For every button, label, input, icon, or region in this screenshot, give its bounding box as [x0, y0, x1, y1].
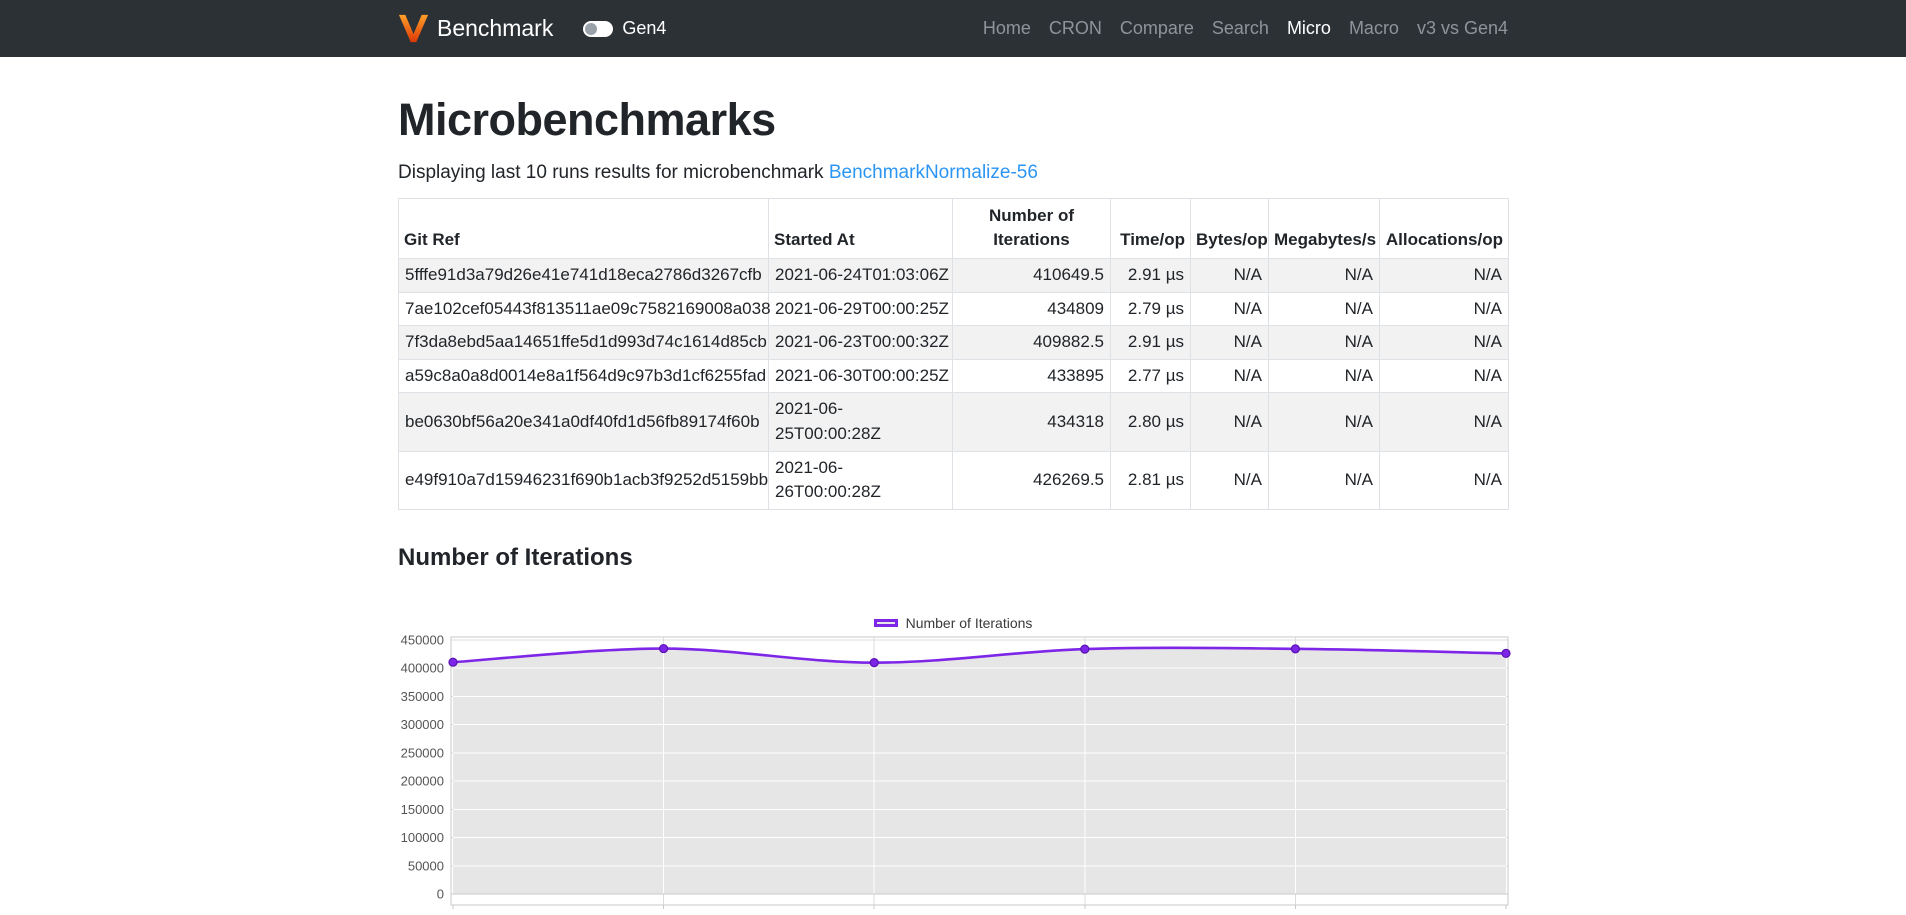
- svg-text:50000: 50000: [408, 858, 444, 873]
- megabytes-s-cell: N/A: [1269, 359, 1380, 393]
- started-at-cell: 2021-06-29T00:00:25Z: [769, 292, 953, 326]
- git-ref-cell: be0630bf56a20e341a0df40fd1d56fb89174f60b: [399, 393, 769, 451]
- benchmark-link[interactable]: BenchmarkNormalize-56: [829, 162, 1038, 183]
- iterations-cell: 409882.5: [953, 326, 1111, 360]
- col-header-allocations-op: Allocations/op: [1380, 198, 1509, 258]
- toggle-label: Gen4: [622, 18, 666, 39]
- allocations-op-cell: N/A: [1380, 359, 1509, 393]
- svg-text:450000: 450000: [401, 632, 444, 647]
- time-op-cell: 2.77 µs: [1111, 359, 1191, 393]
- megabytes-s-cell: N/A: [1269, 292, 1380, 326]
- iterations-cell: 433895: [953, 359, 1111, 393]
- legend-swatch: [874, 619, 898, 627]
- git-ref-cell: a59c8a0a8d0014e8a1f564d9c97b3d1cf6255fad: [399, 359, 769, 393]
- bytes-op-cell: N/A: [1191, 393, 1269, 451]
- col-header-bytes-op: Bytes/op: [1191, 198, 1269, 258]
- table-row: 7ae102cef05443f813511ae09c7582169008a038…: [399, 292, 1509, 326]
- started-at-cell: 2021-06-24T01:03:06Z: [769, 258, 953, 292]
- started-at-text: 2021-06-25T00:00:28Z: [775, 397, 865, 446]
- allocations-op-cell: N/A: [1380, 258, 1509, 292]
- started-at-cell: 2021-06-30T00:00:25Z: [769, 359, 953, 393]
- chart-legend: Number of Iterations: [398, 616, 1508, 631]
- time-op-cell: 2.91 µs: [1111, 258, 1191, 292]
- bytes-op-cell: N/A: [1191, 258, 1269, 292]
- iterations-cell: 434809: [953, 292, 1111, 326]
- iterations-chart: 0 50000 100000 150000 200000 250000 300000 3500…: [398, 634, 1508, 909]
- time-op-cell: 2.79 µs: [1111, 292, 1191, 326]
- subtitle: Displaying last 10 runs results for micr…: [398, 159, 1508, 187]
- started-at-cell: 2021-06-26T00:00:28Z: [769, 451, 953, 509]
- nav-item-cron[interactable]: CRON: [1040, 18, 1111, 39]
- git-ref-cell: e49f910a7d15946231f690b1acb3f9252d5159bb: [399, 451, 769, 509]
- bytes-op-cell: N/A: [1191, 326, 1269, 360]
- col-header-megabytes-s: Megabytes/s: [1269, 198, 1380, 258]
- allocations-op-cell: N/A: [1380, 292, 1509, 326]
- nav-item-macro[interactable]: Macro: [1340, 18, 1408, 39]
- legend-label: Number of Iterations: [906, 616, 1033, 630]
- nav-item-v3-vs-gen4[interactable]: v3 vs Gen4: [1408, 18, 1508, 39]
- svg-text:0: 0: [437, 886, 444, 901]
- iterations-cell: 410649.5: [953, 258, 1111, 292]
- col-header-started-at: Started At: [769, 198, 953, 258]
- page-title: Microbenchmarks: [398, 93, 1508, 146]
- nav-item-search[interactable]: Search: [1203, 18, 1278, 39]
- table-row: be0630bf56a20e341a0df40fd1d56fb89174f60b…: [399, 393, 1509, 451]
- bytes-op-cell: N/A: [1191, 451, 1269, 509]
- svg-text:250000: 250000: [401, 745, 444, 760]
- iterations-cell: 434318: [953, 393, 1111, 451]
- navbar: Benchmark Gen4 Home CRON Compare Search …: [0, 0, 1906, 57]
- time-op-cell: 2.91 µs: [1111, 326, 1191, 360]
- git-ref-cell: 7ae102cef05443f813511ae09c7582169008a038: [399, 292, 769, 326]
- nav-item-compare[interactable]: Compare: [1111, 18, 1203, 39]
- git-ref-cell: 5fffe91d3a79d26e41e741d18eca2786d3267cfb: [399, 258, 769, 292]
- table-header-row: Git Ref Started At Number of Iterations …: [399, 198, 1509, 258]
- svg-text:400000: 400000: [401, 661, 444, 676]
- allocations-op-cell: N/A: [1380, 326, 1509, 360]
- time-op-cell: 2.80 µs: [1111, 393, 1191, 451]
- bytes-op-cell: N/A: [1191, 359, 1269, 393]
- toggle-knob: [585, 23, 597, 35]
- started-at-text: 2021-06-26T00:00:28Z: [775, 456, 865, 505]
- vitess-logo-icon: [398, 13, 429, 44]
- col-header-git-ref: Git Ref: [399, 198, 769, 258]
- col-header-time-op: Time/op: [1111, 198, 1191, 258]
- allocations-op-cell: N/A: [1380, 451, 1509, 509]
- started-at-cell: 2021-06-25T00:00:28Z: [769, 393, 953, 451]
- gen4-toggle[interactable]: [583, 21, 613, 37]
- iterations-cell: 426269.5: [953, 451, 1111, 509]
- nav-item-home[interactable]: Home: [974, 18, 1040, 39]
- svg-text:300000: 300000: [401, 717, 444, 732]
- bytes-op-cell: N/A: [1191, 292, 1269, 326]
- time-op-cell: 2.81 µs: [1111, 451, 1191, 509]
- svg-text:200000: 200000: [401, 773, 444, 788]
- svg-text:100000: 100000: [401, 830, 444, 845]
- megabytes-s-cell: N/A: [1269, 451, 1380, 509]
- brand-link[interactable]: Benchmark: [398, 13, 553, 44]
- svg-text:350000: 350000: [401, 689, 444, 704]
- results-table: Git Ref Started At Number of Iterations …: [398, 198, 1509, 510]
- started-at-cell: 2021-06-23T00:00:32Z: [769, 326, 953, 360]
- megabytes-s-cell: N/A: [1269, 393, 1380, 451]
- table-row: e49f910a7d15946231f690b1acb3f9252d5159bb…: [399, 451, 1509, 509]
- table-row: 7f3da8ebd5aa14651ffe5d1d993d74c1614d85cb…: [399, 326, 1509, 360]
- svg-text:150000: 150000: [401, 802, 444, 817]
- megabytes-s-cell: N/A: [1269, 258, 1380, 292]
- nav-item-micro[interactable]: Micro: [1278, 18, 1340, 39]
- table-row: 5fffe91d3a79d26e41e741d18eca2786d3267cfb…: [399, 258, 1509, 292]
- col-header-iterations: Number of Iterations: [953, 198, 1111, 258]
- nav-links: Home CRON Compare Search Micro Macro v3 …: [974, 18, 1508, 39]
- megabytes-s-cell: N/A: [1269, 326, 1380, 360]
- allocations-op-cell: N/A: [1380, 393, 1509, 451]
- subtitle-text: Displaying last 10 runs results for micr…: [398, 162, 829, 183]
- table-row: a59c8a0a8d0014e8a1f564d9c97b3d1cf6255fad…: [399, 359, 1509, 393]
- git-ref-cell: 7f3da8ebd5aa14651ffe5d1d993d74c1614d85cb: [399, 326, 769, 360]
- chart-section-title: Number of Iterations: [398, 544, 1508, 573]
- brand-label: Benchmark: [437, 15, 553, 42]
